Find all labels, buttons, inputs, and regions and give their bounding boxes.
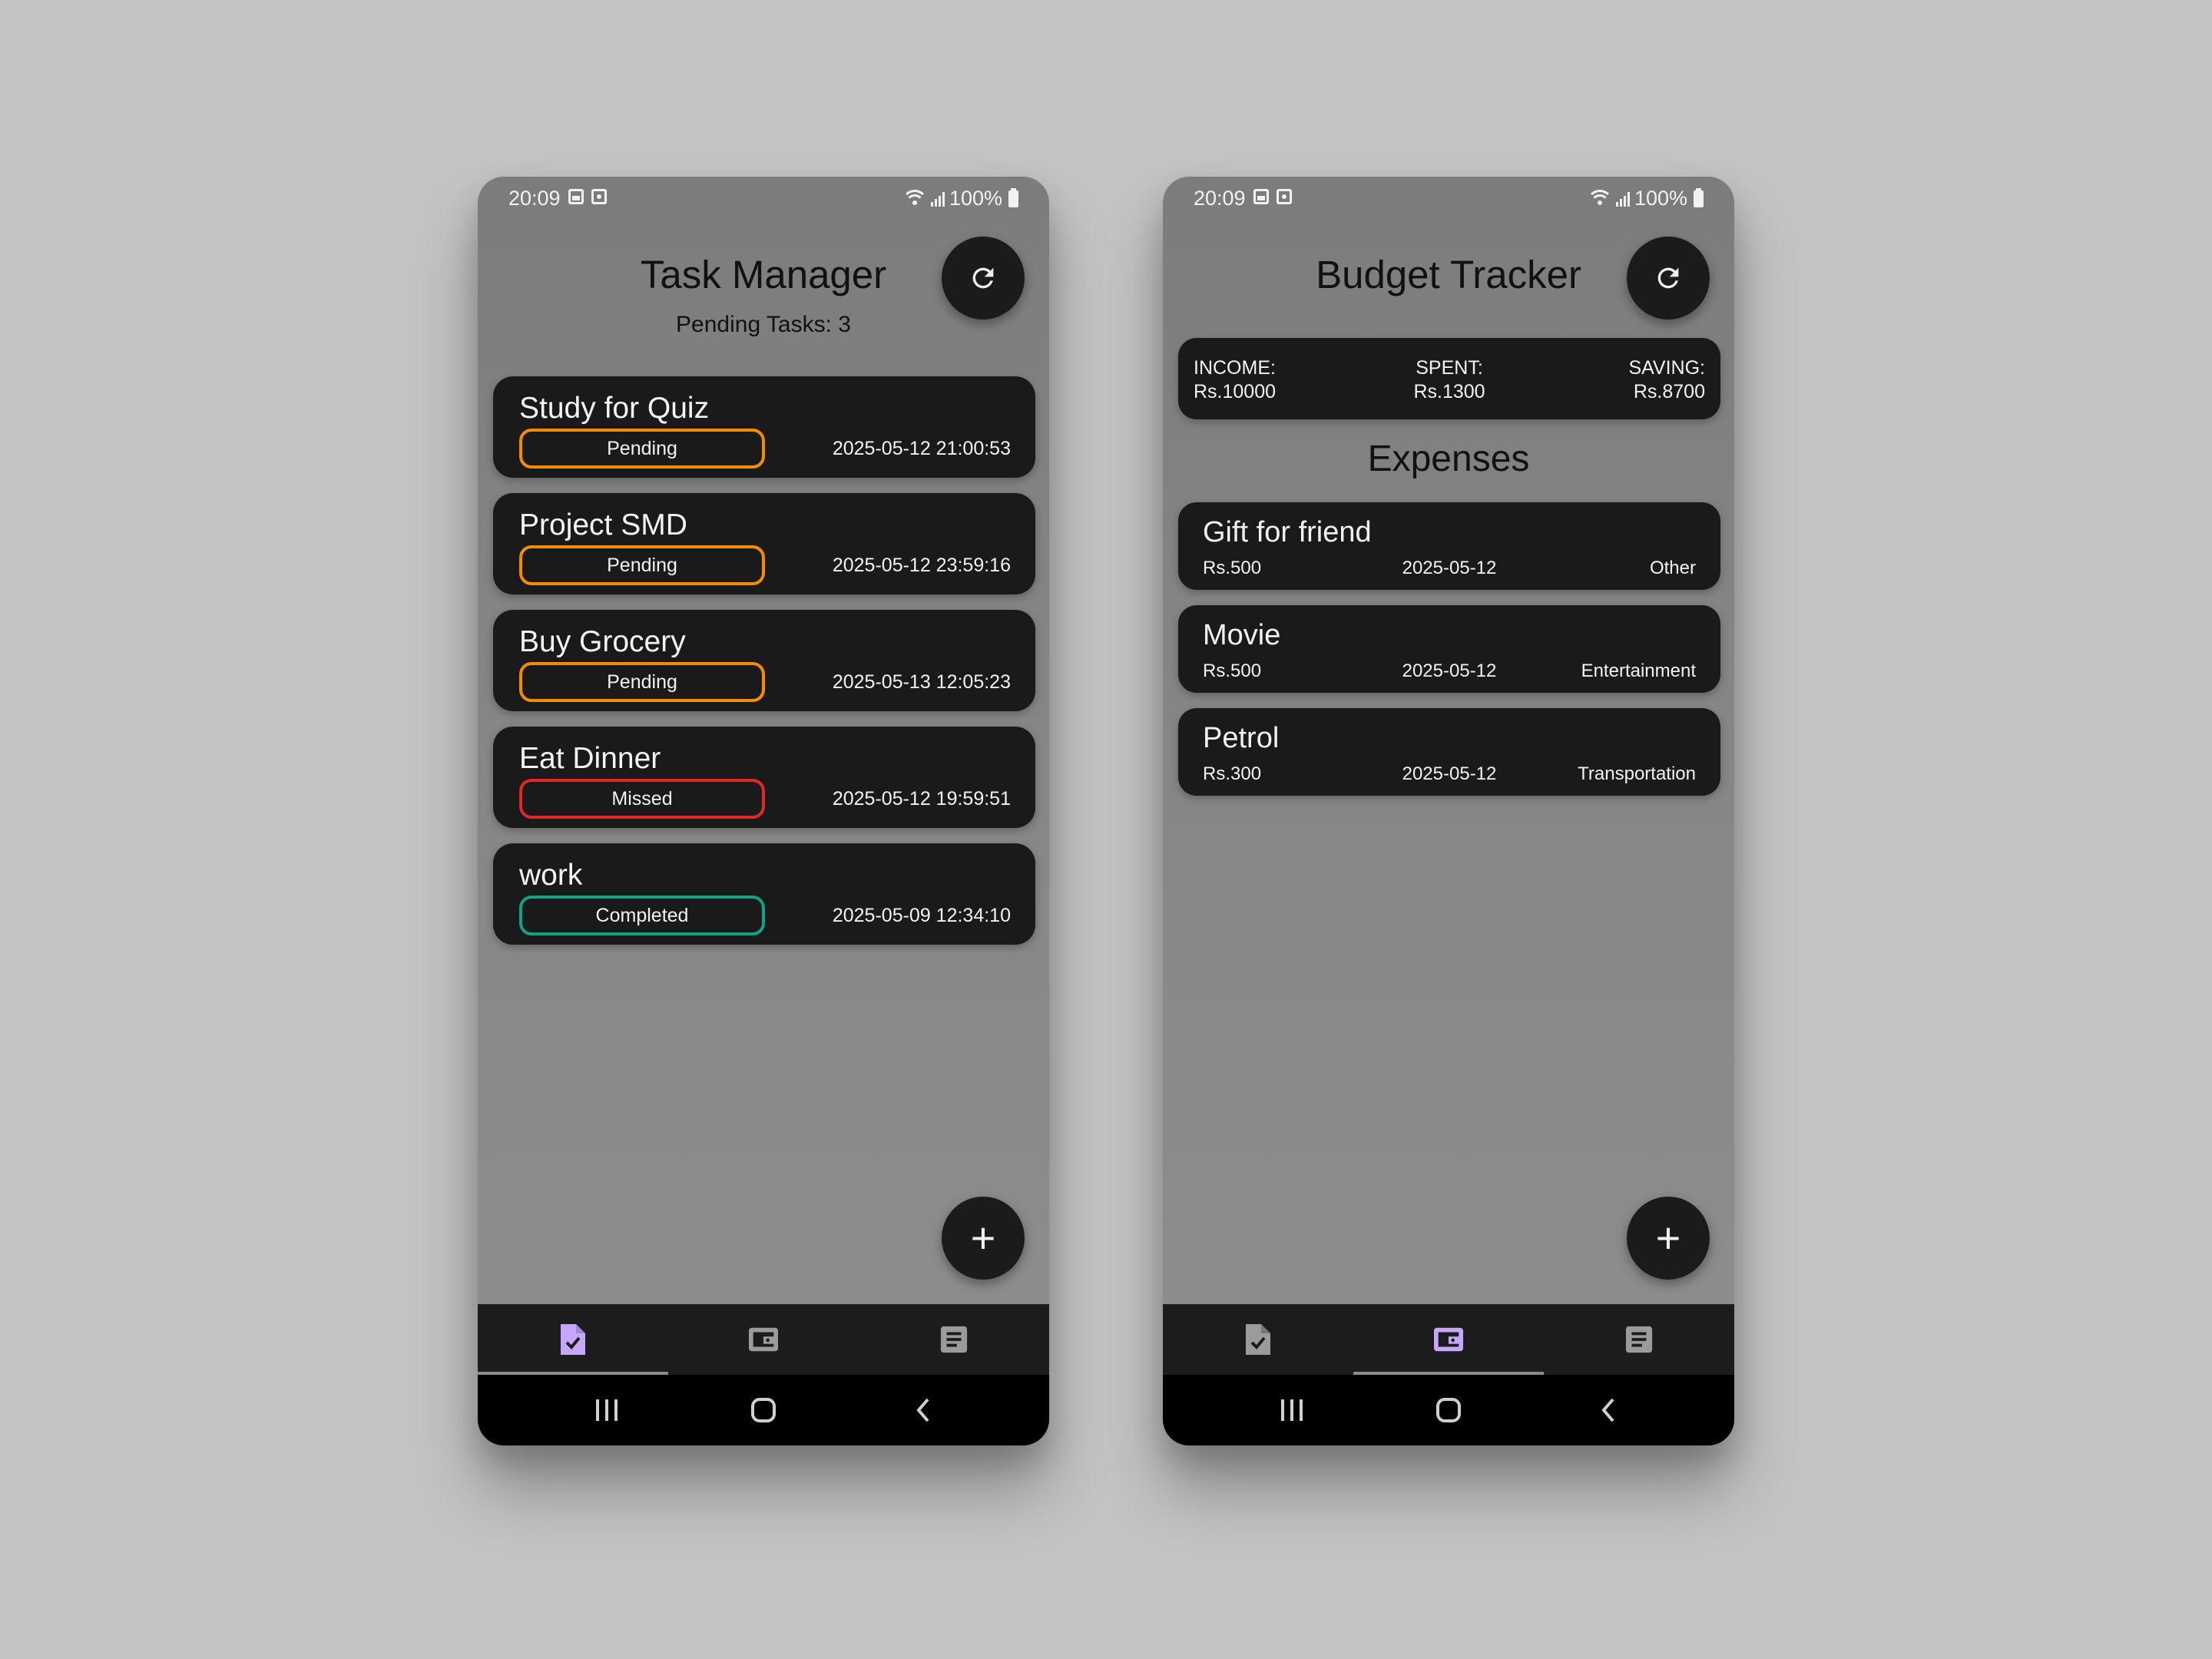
status-time: 20:09 <box>508 187 561 210</box>
task-date: 2025-05-12 21:00:53 <box>832 438 1011 459</box>
home-button[interactable] <box>1402 1375 1495 1445</box>
screen-record-icon <box>591 189 607 204</box>
recent-apps-button[interactable] <box>1246 1375 1338 1445</box>
expense-card[interactable]: Gift for friend Rs.500 2025-05-12 Other <box>1178 502 1720 590</box>
wallet-icon <box>1434 1327 1463 1352</box>
plus-icon: + <box>970 1214 996 1262</box>
refresh-button[interactable] <box>1627 237 1710 320</box>
saving-value: Rs.8700 <box>1633 381 1705 402</box>
bottom-navigation <box>478 1304 1049 1375</box>
recent-apps-icon <box>1281 1399 1303 1421</box>
saving-summary: SAVING: Rs.8700 <box>1628 356 1705 404</box>
back-button[interactable] <box>877 1375 969 1445</box>
nav-tab-tasks[interactable] <box>478 1304 668 1375</box>
wifi-icon <box>1586 189 1613 208</box>
battery-percent: 100% <box>949 187 1002 210</box>
back-icon <box>1601 1398 1614 1422</box>
back-button[interactable] <box>1562 1375 1654 1445</box>
battery-icon <box>1694 187 1704 207</box>
task-manager-screen: 20:09 100% Task Manager Pending Tasks: 3… <box>478 177 1049 1445</box>
notes-icon <box>940 1326 968 1353</box>
refresh-button[interactable] <box>942 237 1025 320</box>
wifi-icon <box>901 189 928 208</box>
task-document-icon <box>1246 1324 1270 1355</box>
saving-label: SAVING: <box>1628 357 1705 379</box>
status-system-icons: 100% <box>901 187 1018 210</box>
expense-title: Gift for friend <box>1203 516 1372 548</box>
system-navigation-bar <box>1163 1375 1734 1445</box>
expense-date: 2025-05-12 <box>1402 558 1497 578</box>
recent-apps-button[interactable] <box>561 1375 653 1445</box>
task-card[interactable]: Project SMD Pending 2025-05-12 23:59:16 <box>493 493 1035 594</box>
bottom-navigation <box>1163 1304 1734 1375</box>
task-card[interactable]: Eat Dinner Missed 2025-05-12 19:59:51 <box>493 727 1035 828</box>
add-task-button[interactable]: + <box>942 1197 1025 1280</box>
status-bar: 20:09 100% <box>1163 177 1734 220</box>
signal-icon <box>1615 191 1630 207</box>
task-date: 2025-05-12 23:59:16 <box>832 555 1011 576</box>
task-status-badge: Pending <box>519 545 765 585</box>
task-title: work <box>519 859 583 892</box>
status-notifications <box>1253 189 1292 204</box>
task-date: 2025-05-13 12:05:23 <box>832 671 1011 693</box>
pending-tasks-count: Pending Tasks: 3 <box>676 312 851 337</box>
home-icon <box>751 1398 776 1422</box>
task-title: Eat Dinner <box>519 742 661 775</box>
nav-tab-budget[interactable] <box>1353 1304 1544 1375</box>
task-title: Study for Quiz <box>519 392 710 425</box>
expense-title: Petrol <box>1203 722 1280 754</box>
notes-icon <box>1625 1326 1653 1353</box>
add-expense-button[interactable]: + <box>1627 1197 1710 1280</box>
system-navigation-bar <box>478 1375 1049 1445</box>
status-time: 20:09 <box>1194 187 1246 210</box>
task-status-badge: Pending <box>519 662 765 702</box>
back-icon <box>916 1398 929 1422</box>
task-date: 2025-05-09 12:34:10 <box>832 905 1011 926</box>
task-status-badge: Pending <box>519 429 765 469</box>
expense-card[interactable]: Movie Rs.500 2025-05-12 Entertainment <box>1178 605 1720 693</box>
task-status-badge: Missed <box>519 779 765 819</box>
expense-category: Entertainment <box>1581 661 1696 681</box>
task-status-badge: Completed <box>519 896 765 935</box>
expense-category: Other <box>1649 558 1696 578</box>
status-notifications <box>568 189 607 204</box>
task-title: Project SMD <box>519 508 687 541</box>
home-icon <box>1436 1398 1461 1422</box>
expense-card[interactable]: Petrol Rs.300 2025-05-12 Transportation <box>1178 708 1720 796</box>
status-system-icons: 100% <box>1586 187 1704 210</box>
screen-record-icon <box>1277 189 1292 204</box>
task-card[interactable]: work Completed 2025-05-09 12:34:10 <box>493 843 1035 945</box>
battery-percent: 100% <box>1634 187 1687 210</box>
budget-summary-card: INCOME: Rs.10000 SPENT: Rs.1300 SAVING: … <box>1178 338 1720 419</box>
task-document-icon <box>561 1324 585 1355</box>
nav-tab-tasks[interactable] <box>1163 1304 1353 1375</box>
nav-tab-notes[interactable] <box>1544 1304 1734 1375</box>
recent-apps-icon <box>596 1399 618 1421</box>
refresh-icon <box>1657 267 1679 289</box>
plus-icon: + <box>1655 1214 1681 1262</box>
gallery-icon <box>1253 189 1269 204</box>
wallet-icon <box>749 1327 778 1352</box>
task-date: 2025-05-12 19:59:51 <box>832 788 1011 810</box>
budget-tracker-screen: 20:09 100% Budget Tracker INCOME: Rs.100… <box>1163 177 1734 1445</box>
signal-icon <box>930 191 945 207</box>
nav-tab-notes[interactable] <box>859 1304 1049 1375</box>
expense-category: Transportation <box>1578 763 1696 784</box>
refresh-icon <box>972 267 994 289</box>
expenses-heading: Expenses <box>1367 439 1530 479</box>
task-card[interactable]: Buy Grocery Pending 2025-05-13 12:05:23 <box>493 610 1035 711</box>
battery-icon <box>1008 187 1018 207</box>
task-card[interactable]: Study for Quiz Pending 2025-05-12 21:00:… <box>493 376 1035 478</box>
status-bar: 20:09 100% <box>478 177 1049 220</box>
home-button[interactable] <box>717 1375 810 1445</box>
gallery-icon <box>568 189 584 204</box>
expense-title: Movie <box>1203 619 1281 651</box>
task-title: Buy Grocery <box>519 625 686 658</box>
screenshot-stage: 20:09 100% Task Manager Pending Tasks: 3… <box>0 0 2212 1659</box>
nav-tab-budget[interactable] <box>668 1304 859 1375</box>
